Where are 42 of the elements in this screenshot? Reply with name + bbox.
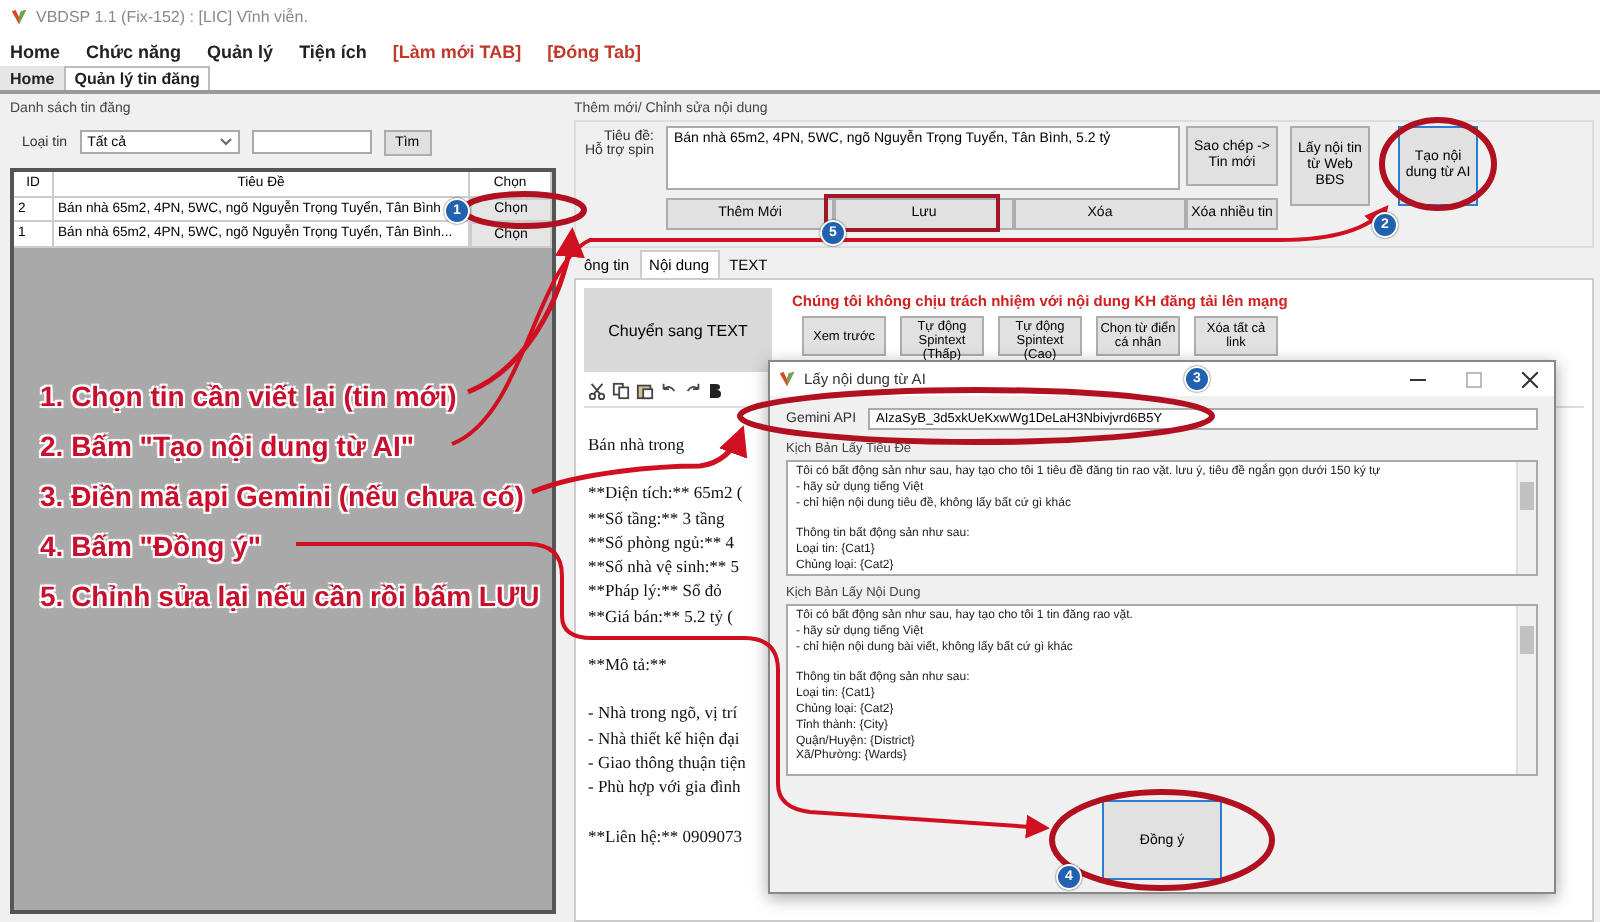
editor-line: Bán nhà trong [588, 432, 685, 457]
paste-icon[interactable] [636, 382, 654, 400]
app-logo-icon [10, 8, 28, 26]
convert-button[interactable]: Chuyển sang TEXT [584, 288, 772, 372]
menu-item[interactable]: Quản lý [207, 41, 274, 61]
editor-line: - Giao thông thuận tiện [588, 749, 746, 775]
highlight-ellipse [1379, 117, 1497, 211]
script-field[interactable] [786, 460, 1538, 576]
highlight-ellipse [461, 191, 587, 229]
app-logo-icon [778, 370, 796, 388]
editor-line: - Nhà thiết kế hiện đại [588, 725, 740, 750]
script-field[interactable] [786, 604, 1538, 776]
bold-icon[interactable] [708, 382, 722, 400]
menu-item[interactable]: [Đóng Tab] [547, 41, 641, 61]
instruction-text: 2. Bấm "Tạo nội dung từ AI" [40, 428, 415, 466]
scrollbar[interactable] [1516, 606, 1536, 774]
editor-line: **Giá bán:** 5.2 tỷ ( [588, 603, 733, 629]
editor-line: **Số tầng:** 3 tầng [588, 505, 725, 530]
chevron-down-icon [219, 138, 232, 146]
menu-item[interactable]: Tiện ích [299, 41, 367, 61]
menu-item[interactable]: Home [10, 41, 61, 61]
instruction-text: 1. Chọn tin cần viết lại (tin mới) [40, 378, 457, 416]
copy-icon[interactable] [612, 382, 630, 400]
window-title: VBDSP 1.1 (Fix-152) : [LIC] Vĩnh viễn. [36, 8, 308, 26]
tab[interactable]: Home [0, 66, 65, 90]
editor-line: **Số nhà vệ sinh:** 5 [588, 554, 740, 579]
menu-item[interactable]: [Làm mới TAB] [392, 41, 522, 61]
editor-line: **Mô tả:** [588, 652, 667, 677]
editor-line: **Pháp lý:** Sổ đỏ [588, 578, 722, 604]
scrollbar[interactable] [1516, 462, 1536, 574]
editor-line: **Số phòng ngủ:** 4 [588, 529, 734, 555]
instruction-text: 4. Bấm "Đồng ý" [40, 528, 262, 566]
search-field[interactable] [251, 130, 372, 154]
cut-icon[interactable] [588, 382, 606, 400]
editor-line: - Phù hợp với gia đình [588, 774, 741, 800]
editor-line: **Liên hệ:** 0909073 [588, 823, 742, 848]
instruction-text: 3. Điền mã api Gemini (nếu chưa có) [40, 478, 524, 516]
editor-line: - Nhà trong ngõ, vị trí [588, 700, 738, 726]
editor-line: **Diện tích:** 65m2 ( [588, 480, 743, 506]
instruction-text: 5. Chỉnh sửa lại nếu cần rồi bấm LƯU [40, 578, 540, 616]
tab[interactable]: Quản lý tin đăng [64, 66, 210, 90]
menu-item[interactable]: Chức năng [86, 41, 182, 61]
